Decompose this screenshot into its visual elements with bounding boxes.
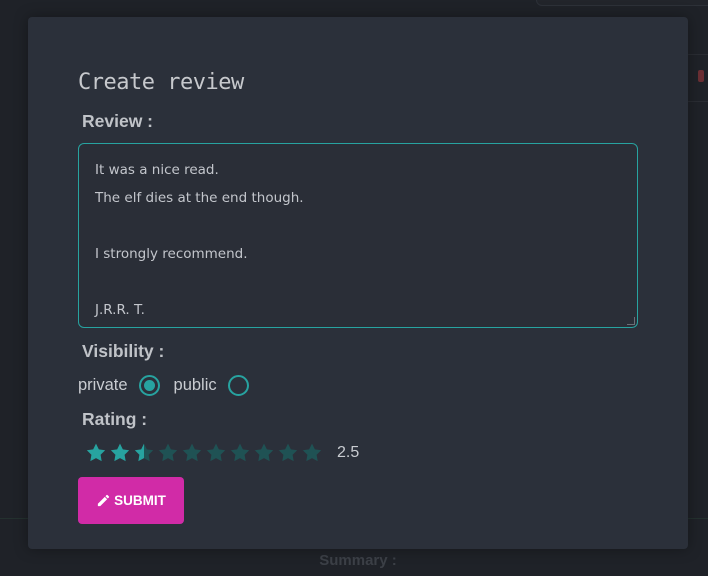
review-line: I strongly recommend. <box>95 246 248 262</box>
star-rating: 2.5 <box>85 440 359 466</box>
visibility-label: Visibility : <box>82 341 165 361</box>
star-icon[interactable] <box>301 442 323 464</box>
review-line <box>95 212 621 240</box>
background-search-box <box>536 0 708 6</box>
modal-title: Create review <box>78 70 244 95</box>
rating-value: 2.5 <box>337 444 360 461</box>
review-label: Review : <box>82 111 153 131</box>
review-line: It was a nice read. <box>95 162 219 178</box>
pencil-icon <box>98 494 110 507</box>
review-line: J.R.R. T. <box>95 302 145 318</box>
radio-private[interactable] <box>138 374 160 396</box>
star-icon[interactable] <box>229 442 251 464</box>
star-icon[interactable] <box>133 442 155 464</box>
submit-label: SUBMIT <box>114 493 166 508</box>
star-icon[interactable] <box>277 442 299 464</box>
star-icon[interactable] <box>253 442 275 464</box>
radio-label-private: private <box>78 375 128 394</box>
create-review-modal: Create review Review : It was a nice rea… <box>28 17 688 549</box>
background-summary-label: Summary : <box>319 552 397 569</box>
star-icon[interactable] <box>109 442 131 464</box>
review-textarea[interactable]: It was a nice read. The elf dies at the … <box>78 143 638 328</box>
background-badge <box>698 70 704 82</box>
submit-button[interactable]: SUBMIT <box>78 477 184 524</box>
review-line: The elf dies at the end though. <box>95 190 304 206</box>
star-icon[interactable] <box>157 442 179 464</box>
radio-label-public: public <box>173 375 217 394</box>
star-icon[interactable] <box>205 442 227 464</box>
resize-grip-icon[interactable] <box>627 317 635 325</box>
star-icon[interactable] <box>181 442 203 464</box>
visibility-radio-group: private public <box>78 372 263 398</box>
rating-label: Rating : <box>82 409 148 429</box>
radio-public[interactable] <box>227 374 249 396</box>
star-icon[interactable] <box>85 442 107 464</box>
review-line <box>95 268 621 296</box>
